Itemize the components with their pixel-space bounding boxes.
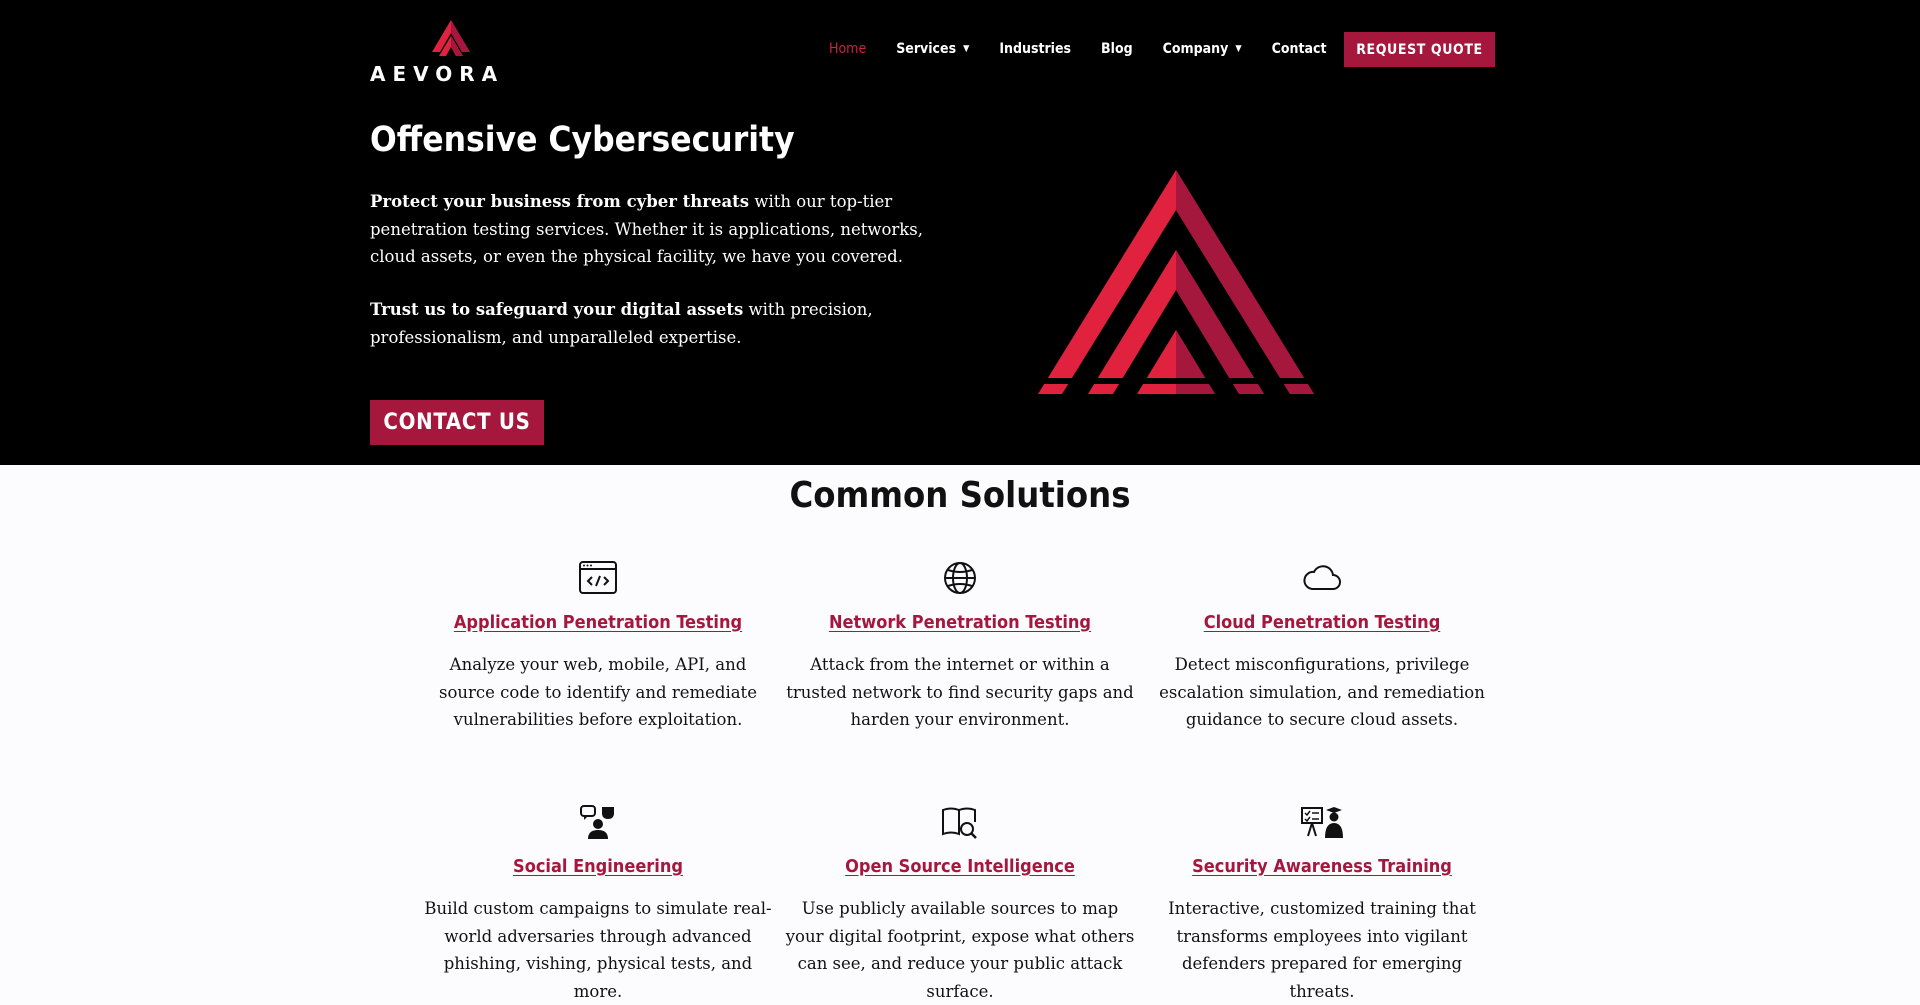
solution-description: Use publicly available sources to map yo… xyxy=(785,899,1135,1001)
solutions-heading: Common Solutions xyxy=(789,475,1131,516)
nav-label: Industries xyxy=(999,41,1072,57)
book-search-icon xyxy=(942,807,977,839)
hero-paragraph-1: Protect your business from cyber threats… xyxy=(370,188,970,271)
main-nav: Home Services ▼ Industries Blog Company ▼ … xyxy=(829,26,1356,72)
chevron-down-icon: ▼ xyxy=(1235,44,1242,54)
nav-label: Company xyxy=(1162,41,1229,57)
solution-link-awareness-training[interactable]: Security Awareness Training xyxy=(1147,856,1497,877)
solution-card-osint: Open Source Intelligence Use publicly av… xyxy=(785,804,1135,1005)
solution-link-social-engineering[interactable]: Social Engineering xyxy=(423,856,773,877)
contact-us-button[interactable]: CONTACT US xyxy=(370,400,544,445)
nav-item-contact[interactable]: Contact xyxy=(1272,41,1327,57)
solution-card-application: Application Penetration Testing Analyze … xyxy=(423,560,773,734)
site-logo[interactable]: AEVORA xyxy=(370,18,532,86)
solution-link-application[interactable]: Application Penetration Testing xyxy=(423,612,773,633)
hero-section: AEVORA Home Services ▼ Industries Blog Co… xyxy=(0,0,1920,465)
solution-description: Detect misconfigurations, privilege esca… xyxy=(1159,655,1485,729)
nav-item-services[interactable]: Services ▼ xyxy=(896,41,969,57)
solution-card-awareness-training: Security Awareness Training Interactive,… xyxy=(1147,804,1497,1005)
code-window-icon xyxy=(579,561,617,594)
hero-p1-bold: Protect your business from cyber threats xyxy=(370,192,750,211)
globe-icon xyxy=(944,562,976,594)
hero-title: Offensive Cybersecurity xyxy=(370,120,795,160)
solution-card-cloud: Cloud Penetration Testing Detect misconf… xyxy=(1147,560,1497,734)
brand-triangle-graphic xyxy=(1036,170,1316,394)
request-quote-button[interactable]: REQUEST QUOTE xyxy=(1344,32,1495,67)
nav-item-home[interactable]: Home xyxy=(829,41,866,57)
solution-link-network[interactable]: Network Penetration Testing xyxy=(785,612,1135,633)
solution-description: Analyze your web, mobile, API, and sourc… xyxy=(439,655,757,729)
solution-description: Build custom campaigns to simulate real-… xyxy=(424,899,772,1001)
nav-label: Blog xyxy=(1101,41,1133,57)
hero-paragraph-2: Trust us to safeguard your digital asset… xyxy=(370,296,970,351)
social-engineering-icon xyxy=(580,805,614,839)
logo-mark-icon xyxy=(432,20,470,56)
solution-card-social-engineering: Social Engineering Build custom campaign… xyxy=(423,804,773,1005)
nav-label: Home xyxy=(829,41,867,57)
nav-item-industries[interactable]: Industries xyxy=(999,41,1071,57)
logo-wordmark: AEVORA xyxy=(370,62,505,86)
nav-item-company[interactable]: Company ▼ xyxy=(1163,41,1242,57)
solution-description: Attack from the internet or within a tru… xyxy=(786,655,1134,729)
nav-label: Services xyxy=(896,41,957,57)
nav-item-blog[interactable]: Blog xyxy=(1101,41,1133,57)
solution-link-osint[interactable]: Open Source Intelligence xyxy=(785,856,1135,877)
nav-label: Contact xyxy=(1271,41,1327,57)
solution-description: Interactive, customized training that tr… xyxy=(1168,899,1476,1001)
hero-p2-bold: Trust us to safeguard your digital asset… xyxy=(370,300,744,319)
training-icon xyxy=(1301,807,1343,838)
cloud-icon xyxy=(1303,565,1341,590)
solution-link-cloud[interactable]: Cloud Penetration Testing xyxy=(1147,612,1497,633)
solution-card-network: Network Penetration Testing Attack from … xyxy=(785,560,1135,734)
chevron-down-icon: ▼ xyxy=(963,44,970,54)
